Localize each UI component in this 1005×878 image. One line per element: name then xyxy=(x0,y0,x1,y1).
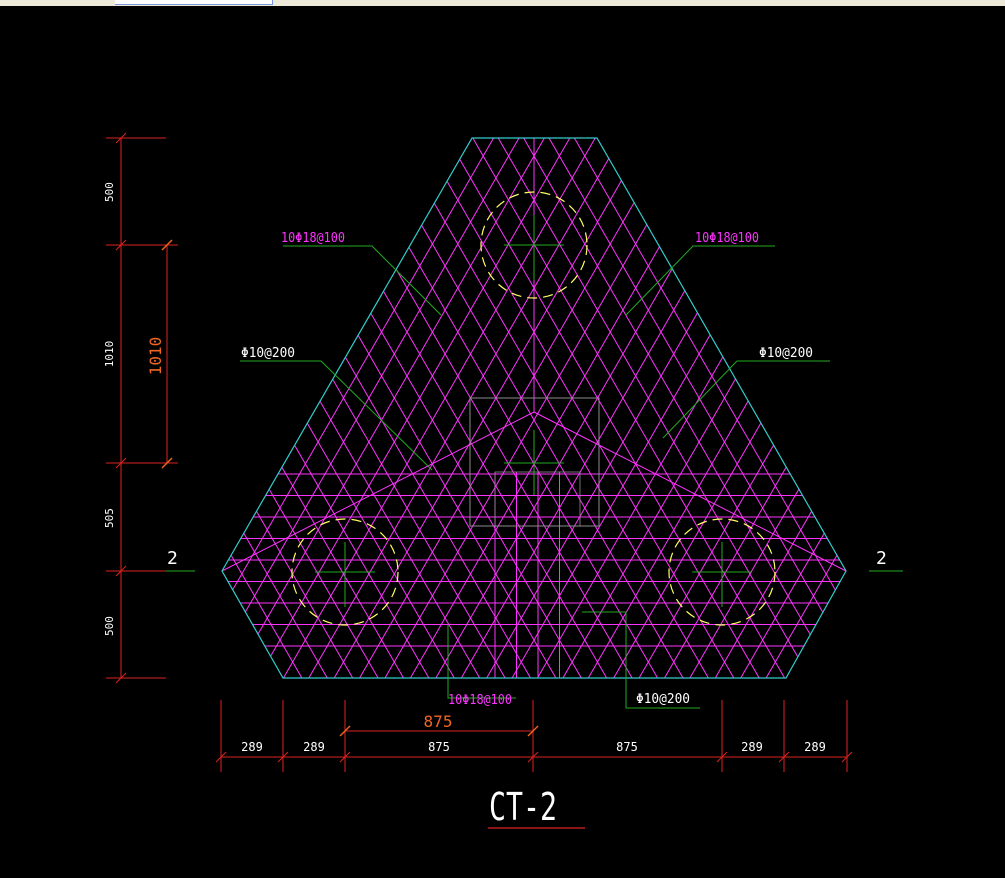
rebar-line-diag-b xyxy=(613,422,762,679)
bottom-dim-2: 289 xyxy=(303,740,325,754)
rebar-line-diag-b xyxy=(511,334,711,679)
rebar-line-diag-b xyxy=(587,400,749,679)
rebar-line-diag-b xyxy=(562,378,736,679)
label-stirrup-left: Φ10@200 xyxy=(241,346,295,361)
label-rebar-bottom: 10Φ18@100 xyxy=(448,693,512,708)
left-dimension-chain xyxy=(106,132,178,684)
rebar-line-diag-a xyxy=(421,225,684,679)
left-dim-2: 1010 xyxy=(103,341,116,368)
rebar-line-diag-a xyxy=(433,203,709,679)
rebar-line-diag-b xyxy=(765,555,838,679)
rebar-line-diag-a xyxy=(319,401,481,679)
column-center-cross xyxy=(504,430,564,495)
rebar-line-diag-b xyxy=(244,137,520,613)
rebar-line-diag-b xyxy=(714,510,813,679)
label-stirrup-right: Φ10@200 xyxy=(759,346,813,361)
left-dim-4: 500 xyxy=(103,616,116,636)
bottom-dim-5: 289 xyxy=(741,740,763,754)
rebar-line-diag-a xyxy=(497,137,799,658)
bottom-dimension-chain xyxy=(215,700,853,772)
rebar-line-diag-b xyxy=(282,137,596,679)
rebar-radial-tie xyxy=(533,411,847,572)
rebar-line-diag-b xyxy=(638,444,775,679)
pile-left xyxy=(291,518,399,626)
label-stirrup-bottom: Φ10@200 xyxy=(636,692,690,707)
rebar-line-diag-b xyxy=(308,158,610,679)
section-mark-left: 2 xyxy=(167,548,178,569)
rebar-radial-tie xyxy=(221,411,535,572)
rebar-line-diag-a xyxy=(548,137,824,613)
rebar-line-diag-a xyxy=(472,137,786,679)
bottom-dim-upper: 875 xyxy=(424,712,453,731)
rebar-line-diag-b xyxy=(435,268,673,679)
label-rebar-top-right: 10Φ18@100 xyxy=(695,231,759,246)
label-rebar-top-left: 10Φ18@100 xyxy=(281,231,345,246)
left-dim-1: 500 xyxy=(103,182,116,202)
rebar-line-diag-a xyxy=(357,335,557,679)
rebar-line-diag-b xyxy=(270,137,571,657)
rebar-line-diag-b xyxy=(232,137,495,591)
section-mark-right: 2 xyxy=(876,548,887,569)
rebar-line-diag-a xyxy=(256,511,354,679)
left-dim-inner: 1010 xyxy=(146,337,165,376)
drawing-title: CT-2 xyxy=(489,785,557,829)
cad-drawing-canvas[interactable]: 10Φ18@100 10Φ18@100 Φ10@200 Φ10@200 10Φ1… xyxy=(0,6,1005,878)
tab-strip-field[interactable] xyxy=(115,0,273,5)
bottom-dim-3: 875 xyxy=(428,740,450,754)
rebar-line-diag-b xyxy=(740,532,825,679)
bottom-dim-6: 289 xyxy=(804,740,826,754)
bottom-dim-1: 289 xyxy=(241,740,263,754)
bottom-dim-4: 875 xyxy=(616,740,638,754)
rebar-line-diag-a xyxy=(332,379,506,679)
rebar-line-diag-b xyxy=(409,246,660,679)
left-dim-3: 505 xyxy=(103,508,116,528)
rebar-line-diag-a xyxy=(294,445,430,679)
rebar-line-diag-b xyxy=(384,224,648,679)
rebar-line-diag-b xyxy=(359,202,635,679)
rebar-line-diag-a xyxy=(243,533,328,679)
